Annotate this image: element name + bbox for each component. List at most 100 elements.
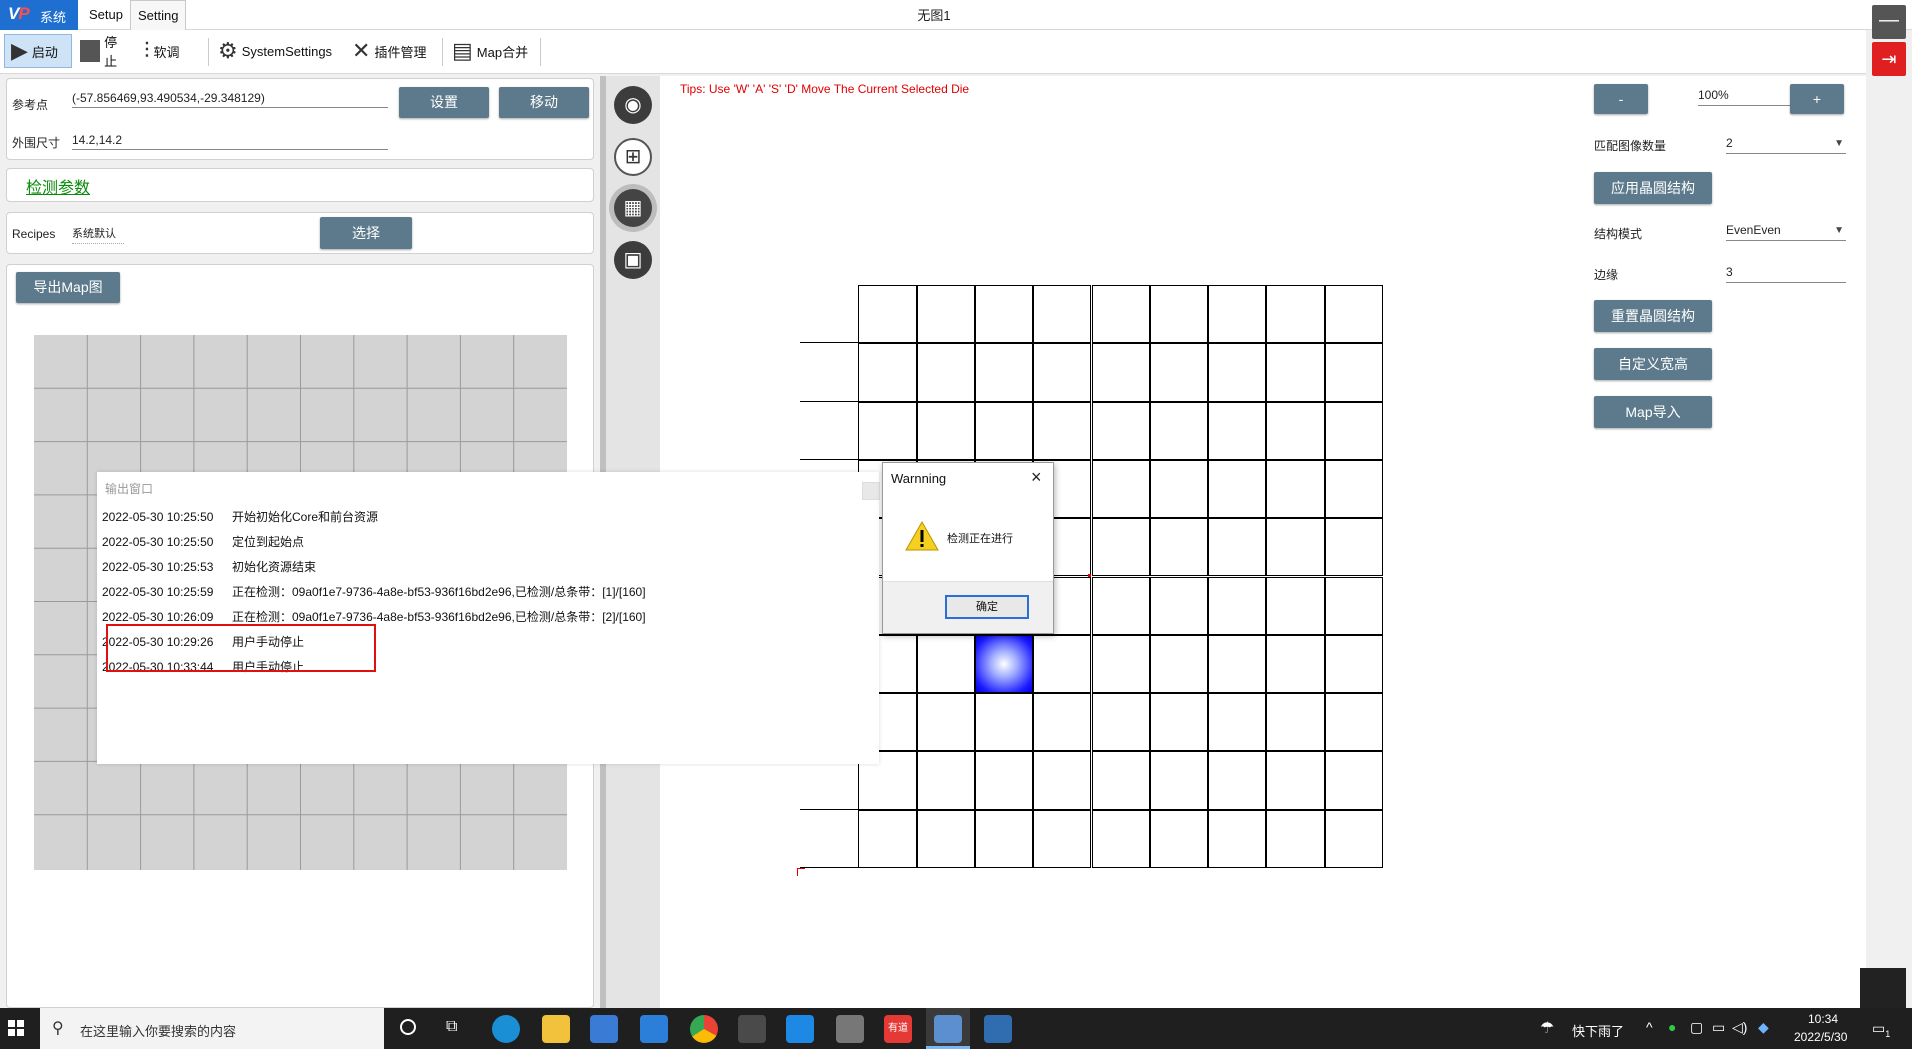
die-cell[interactable] <box>1208 634 1267 694</box>
youdao-icon[interactable]: 有道 <box>884 1015 912 1043</box>
output-window-close-button[interactable] <box>862 482 880 500</box>
die-cell[interactable] <box>1149 401 1209 460</box>
chrome-icon[interactable] <box>690 1015 718 1043</box>
die-cell[interactable] <box>1266 634 1325 694</box>
edge-field[interactable]: 3 <box>1726 265 1846 283</box>
die-cell[interactable] <box>916 285 975 344</box>
exit-button[interactable]: ⇥ <box>1872 42 1906 76</box>
edge-browser-icon[interactable] <box>492 1015 520 1043</box>
die-cell[interactable] <box>1208 809 1267 868</box>
die-cell[interactable] <box>916 634 975 694</box>
die-cell[interactable] <box>916 751 975 810</box>
die-cell[interactable] <box>974 809 1034 868</box>
die-cell[interactable] <box>1324 401 1383 460</box>
network-icon[interactable]: ▭ <box>1712 1019 1725 1036</box>
die-cell[interactable] <box>1208 751 1267 810</box>
die-cell[interactable] <box>1266 285 1325 344</box>
weather-text[interactable]: 快下雨了 <box>1572 1021 1624 1040</box>
die-cell[interactable] <box>974 751 1034 810</box>
clock-date[interactable]: 2022/5/30 <box>1794 1030 1847 1044</box>
custom-size-button[interactable]: 自定义宽高 <box>1594 348 1712 380</box>
die-cell[interactable] <box>1266 693 1325 752</box>
vs-code-icon[interactable] <box>984 1015 1012 1043</box>
die-cell[interactable] <box>1208 518 1267 577</box>
die-cell[interactable] <box>800 343 858 401</box>
camera-icon[interactable]: ◉ <box>614 86 652 124</box>
die-cell[interactable] <box>1091 285 1150 344</box>
die-cell[interactable] <box>1091 751 1150 810</box>
set-button[interactable]: 设置 <box>399 87 489 118</box>
die-cell[interactable] <box>1208 285 1267 344</box>
chevron-up-icon[interactable]: ^ <box>1646 1019 1653 1035</box>
die-cell[interactable] <box>1149 518 1209 577</box>
zoom-out-button[interactable]: - <box>1594 84 1648 114</box>
stop-button[interactable]: 停止 <box>74 34 134 69</box>
minimize-button[interactable]: — <box>1872 5 1906 39</box>
recipes-value[interactable]: 系统默认 <box>72 225 124 244</box>
tray-blue-icon[interactable]: ◆ <box>1758 1019 1769 1036</box>
die-cell[interactable] <box>1324 343 1383 402</box>
select-recipe-button[interactable]: 选择 <box>320 217 412 249</box>
zoom-level-field[interactable]: 100% <box>1698 88 1792 106</box>
struct-mode-select[interactable]: EvenEven ▼ <box>1726 223 1846 241</box>
cortana-icon[interactable] <box>400 1019 416 1035</box>
die-cell[interactable] <box>858 401 917 460</box>
die-cell[interactable] <box>1266 809 1325 868</box>
die-cell[interactable] <box>1091 576 1150 635</box>
active-app-slot[interactable] <box>926 1008 970 1049</box>
die-cell[interactable] <box>1149 809 1209 868</box>
windows-start-icon[interactable] <box>8 1020 24 1036</box>
die-cell[interactable] <box>1149 634 1209 694</box>
volume-icon[interactable]: ◁) <box>1732 1019 1747 1036</box>
apply-wafer-structure-button[interactable]: 应用晶圆结构 <box>1594 172 1712 204</box>
export-map-button[interactable]: 导出Map图 <box>16 272 120 303</box>
die-cell[interactable] <box>1266 518 1325 577</box>
die-cell[interactable] <box>1091 518 1150 577</box>
mail-icon[interactable] <box>640 1015 668 1043</box>
die-cell[interactable] <box>1033 285 1092 344</box>
die-cell[interactable] <box>1266 459 1325 519</box>
die-cell[interactable] <box>1324 634 1383 694</box>
wechat-icon[interactable]: ● <box>1668 1019 1676 1035</box>
tray-app-icon[interactable]: ▢ <box>1690 1019 1703 1036</box>
die-cell[interactable] <box>800 402 858 460</box>
zoom-in-button[interactable]: + <box>1790 84 1844 114</box>
start-button[interactable]: ▶ 启动 <box>4 34 72 68</box>
die-cell[interactable] <box>1208 576 1267 635</box>
die-cell[interactable] <box>974 401 1034 460</box>
die-cell[interactable] <box>1208 459 1267 519</box>
die-cell[interactable] <box>1033 343 1092 402</box>
die-cell[interactable] <box>1324 459 1383 519</box>
die-cell[interactable] <box>1091 343 1150 402</box>
die-cell[interactable] <box>1091 693 1150 752</box>
move-button[interactable]: 移动 <box>499 87 589 118</box>
die-cell[interactable] <box>974 693 1034 752</box>
die-cell[interactable] <box>1033 751 1092 810</box>
die-cell[interactable] <box>1324 751 1383 810</box>
outer-size-field[interactable]: 14.2,14.2 <box>72 133 388 150</box>
map-import-button[interactable]: Map导入 <box>1594 396 1712 428</box>
die-cell[interactable] <box>1324 518 1383 577</box>
clock-time[interactable]: 10:34 <box>1808 1012 1838 1026</box>
die-cell[interactable] <box>1091 634 1150 694</box>
match-count-select[interactable]: 2 ▼ <box>1726 136 1846 154</box>
die-cell[interactable] <box>1033 809 1092 868</box>
die-cell[interactable] <box>1208 693 1267 752</box>
system-settings-button[interactable]: ⚙ SystemSettings <box>212 34 342 68</box>
taskbar-search-box[interactable]: ⚲ 在这里输入你要搜索的内容 <box>40 1008 384 1049</box>
die-cell[interactable] <box>1033 693 1092 752</box>
die-cell[interactable] <box>800 810 858 868</box>
die-cell[interactable] <box>1091 809 1150 868</box>
die-cell[interactable] <box>916 693 975 752</box>
die-cell[interactable] <box>1149 285 1209 344</box>
wafer-list-icon[interactable]: ⊞ <box>614 138 652 176</box>
die-cell[interactable] <box>1033 634 1092 694</box>
die-cell[interactable] <box>858 343 917 402</box>
die-cell[interactable] <box>1324 693 1383 752</box>
die-cell[interactable] <box>858 285 917 344</box>
network-tool-icon[interactable] <box>738 1015 766 1043</box>
die-cell[interactable] <box>916 343 975 402</box>
dialog-ok-button[interactable]: 确定 <box>945 595 1029 619</box>
feishu-icon[interactable] <box>786 1015 814 1043</box>
die-cell[interactable] <box>1266 751 1325 810</box>
